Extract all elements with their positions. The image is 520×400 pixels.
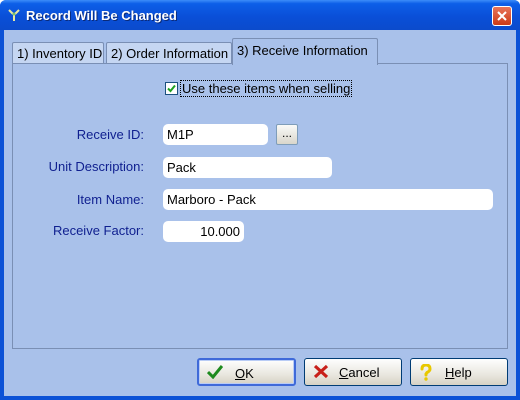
checkbox-box[interactable] [165,82,178,95]
tab-label: 2) Order Information [111,46,229,61]
tab-label: 3) Receive Information [237,43,368,58]
tab-order-information[interactable]: 2) Order Information [106,42,232,64]
item-name-input[interactable] [163,189,493,210]
cancel-button[interactable]: Cancel [304,358,402,386]
dialog-window: Record Will Be Changed 1) Inventory ID 2… [0,0,520,400]
browse-button[interactable]: ... [276,124,298,145]
app-icon [7,8,21,22]
checkmark-icon [167,84,176,93]
help-label: Help [445,365,472,380]
close-icon [497,11,507,21]
dialog-client: 1) Inventory ID 2) Order Information 3) … [4,30,516,396]
unit-description-label: Unit Description: [48,159,144,174]
unit-description-input[interactable] [163,157,332,178]
receive-id-input[interactable] [163,124,268,145]
title-bar[interactable]: Record Will Be Changed [0,0,520,30]
cancel-label: Cancel [339,365,380,380]
close-button[interactable] [492,6,512,26]
ok-check-icon [206,365,224,382]
cancel-x-icon [313,364,329,382]
receive-factor-label: Receive Factor: [52,223,144,238]
ok-label: OK [235,366,254,381]
checkbox-label: Use these items when selling [180,80,353,97]
receive-factor-input[interactable] [163,221,244,242]
help-button[interactable]: Help [410,358,508,386]
tab-receive-information[interactable]: 3) Receive Information [232,38,378,65]
ok-button[interactable]: OK [197,358,296,386]
item-name-label: Item Name: [76,192,144,207]
help-question-icon [419,363,433,384]
tab-label: 1) Inventory ID [17,46,103,61]
window-title: Record Will Be Changed [26,8,177,23]
receive-id-label: Receive ID: [76,127,144,142]
tab-inventory-id[interactable]: 1) Inventory ID [12,42,104,64]
